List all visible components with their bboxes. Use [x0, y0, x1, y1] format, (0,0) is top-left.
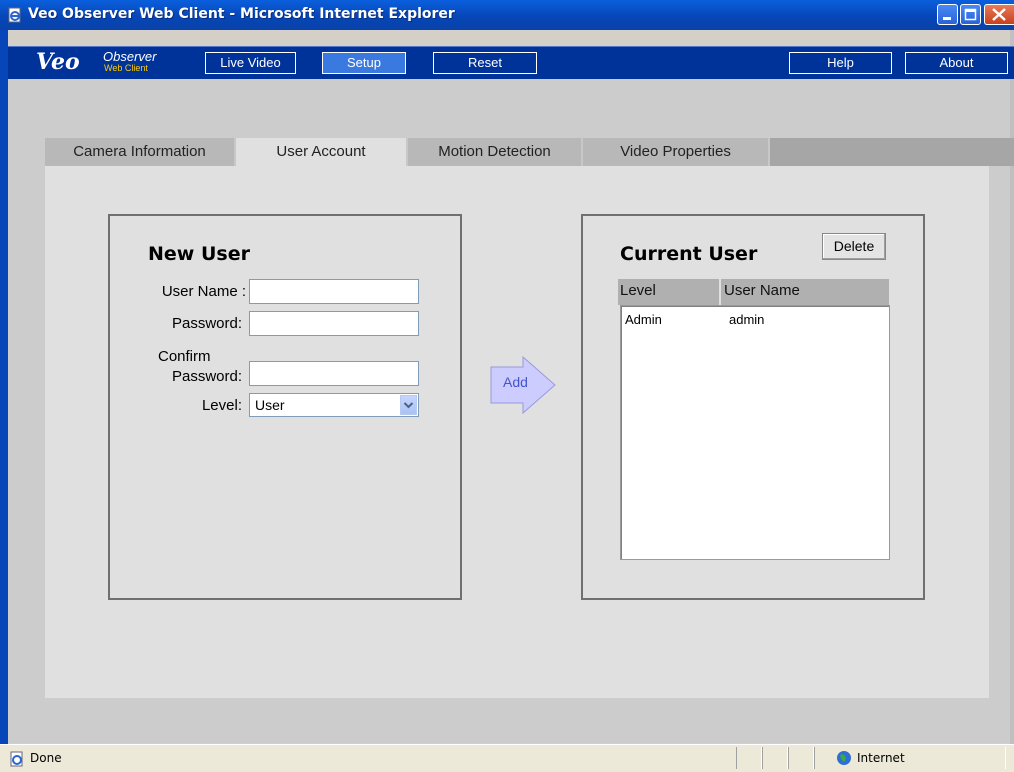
- confirm-password-input[interactable]: [249, 361, 419, 386]
- password-input[interactable]: [249, 311, 419, 336]
- minimize-icon: [943, 17, 951, 20]
- status-cell: [736, 747, 762, 769]
- nav-reset-button[interactable]: Reset: [433, 52, 537, 74]
- delete-user-button[interactable]: Delete: [822, 233, 886, 260]
- logo-veo-text: Veo: [36, 49, 80, 75]
- maximize-icon: [964, 8, 977, 21]
- status-cell: [762, 747, 788, 769]
- chevron-down-icon[interactable]: [400, 395, 417, 415]
- tab-motion-detection[interactable]: Motion Detection: [408, 138, 583, 166]
- level-label: Level:: [201, 397, 242, 414]
- close-button[interactable]: [984, 4, 1014, 25]
- user-list-header: Level User Name: [618, 279, 889, 305]
- status-text: Done: [30, 751, 62, 765]
- nav-help-button[interactable]: Help: [789, 52, 892, 74]
- confirm-label-line1: Confirm: [158, 348, 211, 365]
- new-user-title: New User: [148, 243, 250, 265]
- status-bar: Done Internet: [0, 744, 1014, 772]
- list-item-level: Admin: [625, 312, 662, 327]
- column-header-username[interactable]: User Name: [724, 282, 800, 299]
- add-user-button[interactable]: Add: [489, 355, 557, 415]
- username-input[interactable]: [249, 279, 419, 304]
- logo-webclient-text: Web Client: [104, 63, 148, 73]
- ie-page-icon: [8, 7, 21, 23]
- current-user-list[interactable]: Admin admin: [620, 305, 890, 560]
- maximize-button[interactable]: [960, 4, 981, 25]
- internet-globe-icon: [837, 751, 851, 765]
- window-title: Veo Observer Web Client - Microsoft Inte…: [28, 6, 455, 22]
- tab-camera-information[interactable]: Camera Information: [45, 138, 236, 166]
- app-header-bar: Veo Observer Web Client Live Video Setup…: [8, 46, 1014, 79]
- security-zone-text: Internet: [857, 751, 905, 765]
- window-title-bar[interactable]: Veo Observer Web Client - Microsoft Inte…: [0, 0, 1014, 30]
- close-icon: [992, 8, 1006, 21]
- list-item-username: admin: [729, 312, 765, 327]
- current-user-title: Current User: [620, 243, 758, 265]
- column-header-level[interactable]: Level: [620, 282, 656, 299]
- window-left-border: [0, 30, 8, 744]
- nav-about-button[interactable]: About: [905, 52, 1008, 74]
- status-cell: [788, 747, 814, 769]
- add-button-label: Add: [503, 374, 528, 390]
- username-label: User Name :: [161, 283, 246, 300]
- nav-setup-button[interactable]: Setup: [322, 52, 406, 74]
- tab-video-properties[interactable]: Video Properties: [583, 138, 770, 166]
- level-select[interactable]: User: [249, 393, 419, 417]
- minimize-button[interactable]: [937, 4, 958, 25]
- nav-live-video-button[interactable]: Live Video: [205, 52, 296, 74]
- password-label: Password:: [171, 315, 242, 332]
- level-select-value: User: [255, 397, 285, 413]
- column-separator: [719, 279, 721, 305]
- tab-user-account[interactable]: User Account: [236, 138, 408, 166]
- ie-page-done-icon: [10, 751, 23, 767]
- confirm-label-line2: Password:: [171, 368, 242, 385]
- logo-observer-text: Observer: [103, 49, 157, 64]
- veo-observer-logo: Veo Observer Web Client: [8, 47, 194, 79]
- list-item[interactable]: Admin admin: [621, 310, 889, 330]
